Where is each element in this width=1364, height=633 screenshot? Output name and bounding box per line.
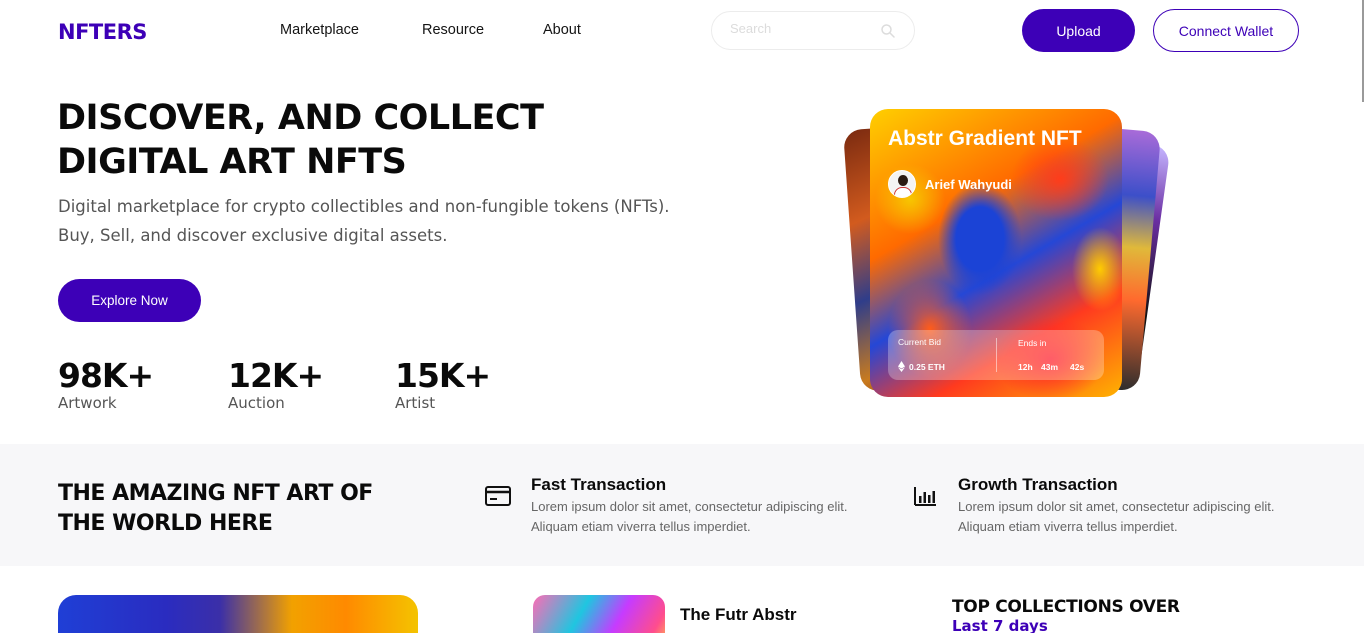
top-collections-period[interactable]: Last 7 days xyxy=(952,617,1048,633)
stat-artwork: 98K+ Artwork xyxy=(58,356,154,412)
top-collections-title: TOP COLLECTIONS OVER xyxy=(952,597,1180,617)
author-name[interactable]: Arief Wahyudi xyxy=(925,177,1012,192)
stat-value: 12K+ xyxy=(228,356,324,395)
hero-title-line2: DIGITAL ART NFTS xyxy=(57,142,407,182)
stat-label: Auction xyxy=(228,394,285,412)
feature-desc-line: Lorem ipsum dolor sit amet, consectetur … xyxy=(958,499,1275,514)
nft-card-title: Abstr Gradient NFT xyxy=(888,127,1082,150)
features-title-line1: THE AMAZING NFT ART OF xyxy=(58,481,373,506)
stat-auction: 12K+ Auction xyxy=(228,356,324,412)
logo[interactable]: NFTERS xyxy=(58,20,147,44)
search-icon[interactable] xyxy=(880,23,896,39)
stat-label: Artist xyxy=(395,394,436,412)
artwork-thumbnail[interactable] xyxy=(533,595,665,633)
hero-title-line1: DISCOVER, AND COLLECT xyxy=(57,98,544,138)
stat-value: 15K+ xyxy=(395,356,491,395)
connect-wallet-button[interactable]: Connect Wallet xyxy=(1153,9,1299,52)
hero-subtitle: Digital marketplace for crypto collectib… xyxy=(58,192,698,250)
ends-in-label: Ends in xyxy=(1018,338,1047,348)
features-title: THE AMAZING NFT ART OF THE WORLD HERE xyxy=(58,479,458,539)
features-title-line2: THE WORLD HERE xyxy=(58,511,273,536)
feature-desc-growth: Lorem ipsum dolor sit amet, consectetur … xyxy=(958,497,1318,537)
hero-subtitle-line1: Digital marketplace for crypto collectib… xyxy=(58,197,670,216)
nav-resource[interactable]: Resource xyxy=(422,22,484,38)
feature-desc-line: Aliquam etiam viverra tellus imperdiet. xyxy=(958,519,1178,534)
current-bid-label: Current Bid xyxy=(898,337,941,347)
search-box[interactable] xyxy=(711,11,915,50)
featured-artwork-image[interactable] xyxy=(58,595,418,633)
upload-button[interactable]: Upload xyxy=(1022,9,1135,52)
ends-seconds: 42s xyxy=(1070,362,1085,372)
current-bid-value: 0.25 ETH xyxy=(909,362,945,372)
explore-now-button[interactable]: Explore Now xyxy=(58,279,201,322)
ethereum-icon xyxy=(898,361,905,372)
artwork-title[interactable]: The Futr Abstr xyxy=(680,605,796,625)
stat-label: Artwork xyxy=(58,394,117,412)
feature-desc-fast: Lorem ipsum dolor sit amet, consectetur … xyxy=(531,497,891,537)
stat-value: 98K+ xyxy=(58,356,154,395)
feature-desc-line: Aliquam etiam viverra tellus imperdiet. xyxy=(531,519,751,534)
featured-nft-card[interactable]: Abstr Gradient NFT Arief Wahyudi Current… xyxy=(870,109,1122,397)
stat-artist: 15K+ Artist xyxy=(395,356,491,412)
nav-about[interactable]: About xyxy=(543,22,581,38)
feature-title-growth: Growth Transaction xyxy=(958,475,1118,494)
nav-marketplace[interactable]: Marketplace xyxy=(280,22,359,38)
info-divider xyxy=(996,338,997,372)
ends-hours: 12h xyxy=(1018,362,1033,372)
bid-info-panel: Current Bid 0.25 ETH Ends in 12h 43m 42s xyxy=(888,330,1104,380)
hero-title: DISCOVER, AND COLLECT DIGITAL ART NFTS xyxy=(57,96,617,184)
author-avatar[interactable] xyxy=(888,170,916,198)
feature-title-fast: Fast Transaction xyxy=(531,475,667,494)
ends-minutes: 43m xyxy=(1041,362,1059,372)
credit-card-icon xyxy=(485,486,511,506)
search-input[interactable] xyxy=(730,21,880,36)
hero-subtitle-line2: Buy, Sell, and discover exclusive digita… xyxy=(58,226,448,245)
feature-desc-line: Lorem ipsum dolor sit amet, consectetur … xyxy=(531,499,848,514)
bar-chart-icon xyxy=(914,487,936,506)
